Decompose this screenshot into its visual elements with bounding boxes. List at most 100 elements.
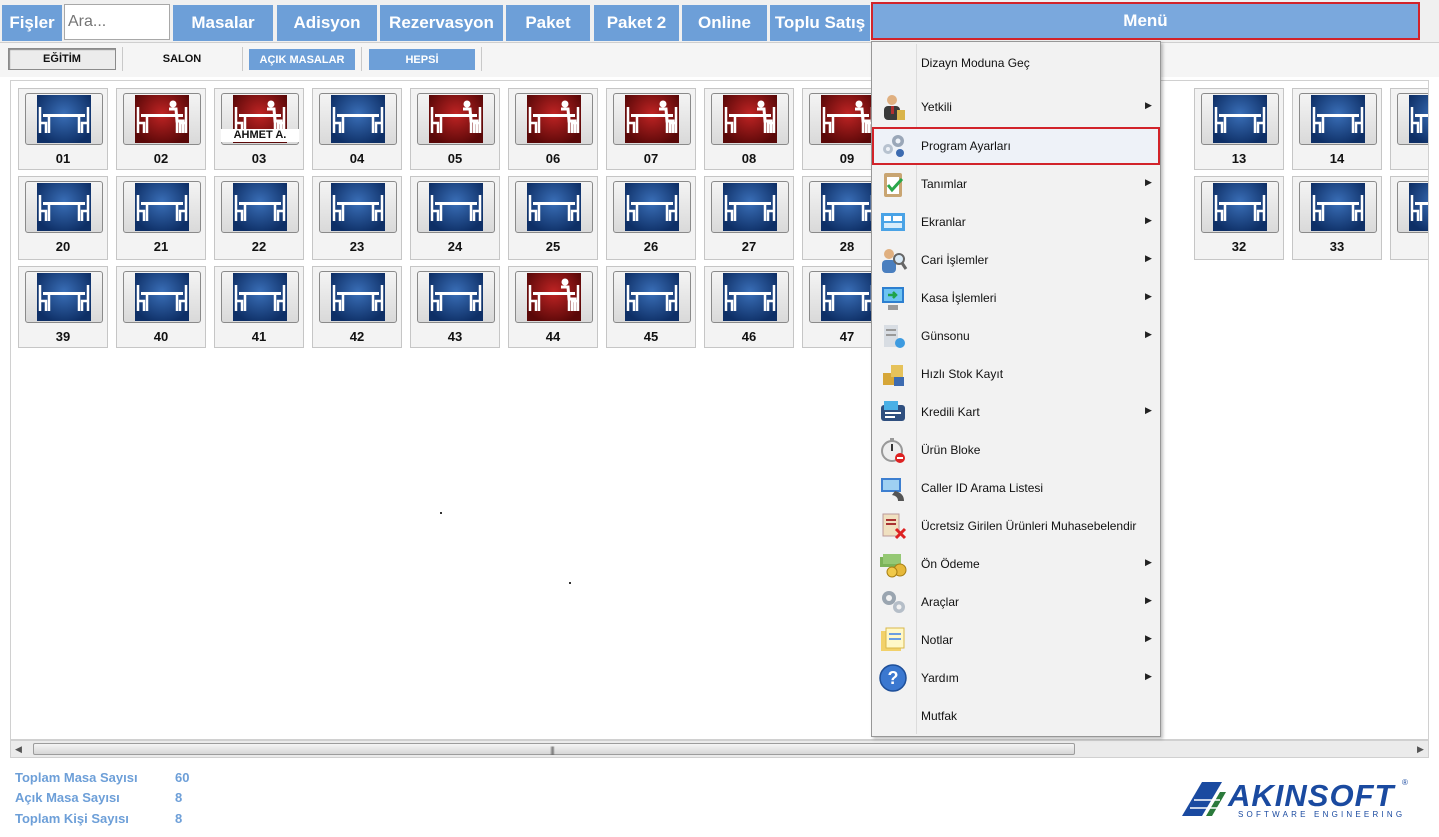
table-cell[interactable]: 05: [410, 88, 500, 170]
submenu-arrow-icon: ▶: [1145, 671, 1152, 681]
scroll-left-icon[interactable]: ◀: [15, 744, 22, 755]
menu-item-cari-islemler[interactable]: Cari İşlemler ▶: [872, 241, 1160, 279]
menu-item-label: Cari İşlemler: [921, 253, 989, 267]
table-status-icon: [1409, 183, 1428, 231]
table-number: 04: [349, 151, 365, 166]
table-status-icon: [331, 273, 385, 321]
table-cell[interactable]: 24: [410, 176, 500, 260]
table-cell[interactable]: 23: [312, 176, 402, 260]
table-cell[interactable]: 01: [18, 88, 108, 170]
notes-folder-icon: [878, 625, 908, 655]
menu-item-label: Tanımlar: [921, 177, 968, 191]
table-cell[interactable]: 27: [704, 176, 794, 260]
search-input[interactable]: [64, 4, 170, 40]
table-cell[interactable]: 33: [1292, 176, 1382, 260]
table-cell[interactable]: 44: [508, 266, 598, 348]
table-cell[interactable]: 41: [214, 266, 304, 348]
fisler-tab[interactable]: Fişler: [2, 5, 62, 41]
menu-item-yetkili[interactable]: Yetkili ▶: [872, 88, 1160, 126]
table-cell[interactable]: 07: [606, 88, 696, 170]
menu-item-kasa-islemleri[interactable]: Kasa İşlemleri ▶: [872, 279, 1160, 317]
table-status-icon: [1213, 183, 1267, 231]
table-cell[interactable]: 22: [214, 176, 304, 260]
submenu-arrow-icon: ▶: [1145, 557, 1152, 567]
table-cell[interactable]: 21: [116, 176, 206, 260]
table-icon: [123, 271, 201, 323]
table-cell[interactable]: 08: [704, 88, 794, 170]
menu-item-on-odeme[interactable]: Ön Ödeme ▶: [872, 545, 1160, 583]
screens-icon: [878, 207, 908, 237]
horizontal-scrollbar[interactable]: ◀ ||| ▶: [10, 740, 1429, 758]
menu-item-dizayn-moduna-gec[interactable]: Dizayn Moduna Geç: [872, 44, 1160, 82]
menu-item-mutfak[interactable]: Mutfak: [872, 697, 1160, 735]
submenu-arrow-icon: ▶: [1145, 291, 1152, 301]
table-cell[interactable]: [1390, 88, 1428, 170]
table-cell[interactable]: 14: [1292, 88, 1382, 170]
table-icon: [613, 181, 691, 233]
table-cell[interactable]: 02: [116, 88, 206, 170]
table-cell[interactable]: 40: [116, 266, 206, 348]
table-status-icon: [625, 273, 679, 321]
table-cell[interactable]: 45: [606, 266, 696, 348]
menu-item-caller-id[interactable]: Caller ID Arama Listesi: [872, 469, 1160, 507]
salon-filter[interactable]: SALON: [126, 48, 238, 70]
table-cell[interactable]: 13: [1194, 88, 1284, 170]
menu-item-label: Notlar: [921, 633, 954, 647]
menu-button[interactable]: Menü: [871, 2, 1420, 40]
menu-item-hizli-stok-kayit[interactable]: Hızlı Stok Kayıt: [872, 355, 1160, 393]
menu-item-tanimlar[interactable]: Tanımlar ▶: [872, 165, 1160, 203]
table-cell[interactable]: [1390, 176, 1428, 260]
table-number: 03: [251, 151, 267, 166]
menu-item-araclar[interactable]: Araçlar ▶: [872, 583, 1160, 621]
table-cell[interactable]: 04: [312, 88, 402, 170]
scroll-right-icon[interactable]: ▶: [1417, 744, 1424, 755]
submenu-arrow-icon: ▶: [1145, 100, 1152, 110]
acik-masalar-filter[interactable]: AÇIK MASALAR: [249, 49, 355, 70]
table-status-icon: [527, 95, 581, 143]
filter-separator: [481, 47, 482, 71]
table-cell[interactable]: 06: [508, 88, 598, 170]
table-cell[interactable]: 43: [410, 266, 500, 348]
table-number: 22: [251, 239, 267, 254]
table-cell[interactable]: 03 AHMET A.: [214, 88, 304, 170]
scroll-thumb[interactable]: |||: [33, 743, 1075, 755]
table-cell[interactable]: 25: [508, 176, 598, 260]
online-tab[interactable]: Online: [682, 5, 767, 41]
masalar-tab[interactable]: Masalar: [173, 5, 273, 41]
menu-item-gunsonu[interactable]: Günsonu ▶: [872, 317, 1160, 355]
stopwatch-block-icon: [878, 435, 908, 465]
adisyon-tab[interactable]: Adisyon: [277, 5, 377, 41]
table-cell[interactable]: 39: [18, 266, 108, 348]
table-number: 27: [741, 239, 757, 254]
table-status-icon: [37, 95, 91, 143]
table-icon: [25, 93, 103, 145]
toplu-satis-tab[interactable]: Toplu Satış: [770, 5, 870, 41]
filter-separator: [122, 47, 123, 71]
table-icon: [417, 271, 495, 323]
paket-tab[interactable]: Paket: [506, 5, 590, 41]
menu-item-notlar[interactable]: Notlar ▶: [872, 621, 1160, 659]
menu-item-ucretsiz-urunler[interactable]: Ücretsiz Girilen Ürünleri Muhasebelendir: [872, 507, 1160, 545]
table-number: 21: [153, 239, 169, 254]
table-cell[interactable]: 32: [1194, 176, 1284, 260]
table-cell[interactable]: 46: [704, 266, 794, 348]
table-cell[interactable]: 20: [18, 176, 108, 260]
menu-item-kredili-kart[interactable]: Kredili Kart ▶: [872, 393, 1160, 431]
menu-item-urun-bloke[interactable]: Ürün Bloke: [872, 431, 1160, 469]
menu-item-label: Ürün Bloke: [921, 443, 981, 457]
hepsi-filter[interactable]: HEPSİ: [369, 49, 475, 70]
menu-item-ekranlar[interactable]: Ekranlar ▶: [872, 203, 1160, 241]
menu-item-yardim[interactable]: ? Yardım ▶: [872, 659, 1160, 697]
table-number: 24: [447, 239, 463, 254]
filter-separator: [361, 47, 362, 71]
table-cell[interactable]: 26: [606, 176, 696, 260]
gears-user-icon: [878, 131, 908, 161]
rezervasyon-tab[interactable]: Rezervasyon: [380, 5, 503, 41]
egitim-filter[interactable]: EĞİTİM: [8, 48, 116, 70]
table-cell[interactable]: 42: [312, 266, 402, 348]
table-status-icon: [723, 95, 777, 143]
menu-item-program-ayarlari[interactable]: Program Ayarları: [872, 127, 1160, 165]
paket2-tab[interactable]: Paket 2: [594, 5, 679, 41]
menu-item-label: Hızlı Stok Kayıt: [921, 367, 1004, 381]
table-number: 33: [1329, 239, 1345, 254]
